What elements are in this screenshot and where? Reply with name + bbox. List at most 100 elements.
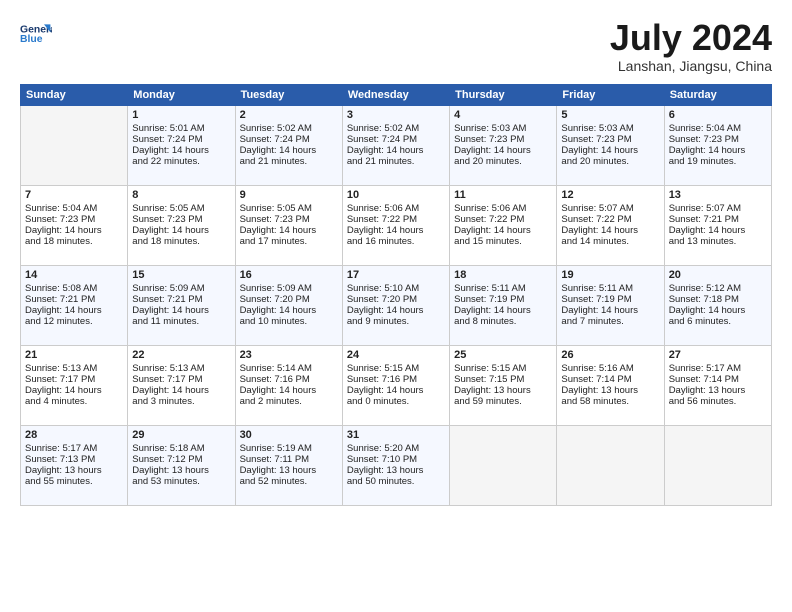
day-info: Sunrise: 5:06 AM (347, 203, 445, 214)
day-number: 14 (25, 269, 123, 281)
day-info: Sunrise: 5:03 AM (561, 123, 659, 134)
calendar-cell: 25Sunrise: 5:15 AMSunset: 7:15 PMDayligh… (450, 345, 557, 425)
day-info: Sunset: 7:14 PM (561, 374, 659, 385)
day-number: 22 (132, 349, 230, 361)
day-info: Daylight: 14 hours (669, 305, 767, 316)
day-info: Sunrise: 5:06 AM (454, 203, 552, 214)
day-info: and 22 minutes. (132, 156, 230, 167)
calendar-cell: 19Sunrise: 5:11 AMSunset: 7:19 PMDayligh… (557, 265, 664, 345)
day-info: and 11 minutes. (132, 316, 230, 327)
day-info: Daylight: 13 hours (454, 385, 552, 396)
day-info: Daylight: 13 hours (132, 465, 230, 476)
calendar-page: General Blue July 2024 Lanshan, Jiangsu,… (0, 0, 792, 612)
day-info: Sunrise: 5:01 AM (132, 123, 230, 134)
day-number: 29 (132, 429, 230, 441)
day-info: Sunset: 7:10 PM (347, 454, 445, 465)
day-info: Sunrise: 5:18 AM (132, 443, 230, 454)
day-info: and 13 minutes. (669, 236, 767, 247)
day-number: 12 (561, 189, 659, 201)
day-info: Daylight: 14 hours (454, 305, 552, 316)
day-number: 10 (347, 189, 445, 201)
day-info: Daylight: 13 hours (561, 385, 659, 396)
day-info: and 2 minutes. (240, 396, 338, 407)
day-info: Daylight: 14 hours (25, 225, 123, 236)
day-info: Sunrise: 5:02 AM (240, 123, 338, 134)
day-info: Sunset: 7:11 PM (240, 454, 338, 465)
day-info: Sunset: 7:19 PM (561, 294, 659, 305)
day-info: Daylight: 14 hours (669, 225, 767, 236)
calendar-cell: 2Sunrise: 5:02 AMSunset: 7:24 PMDaylight… (235, 105, 342, 185)
day-info: and 0 minutes. (347, 396, 445, 407)
day-info: Daylight: 14 hours (347, 225, 445, 236)
day-info: Sunset: 7:23 PM (669, 134, 767, 145)
day-number: 8 (132, 189, 230, 201)
day-info: and 53 minutes. (132, 476, 230, 487)
month-title: July 2024 (610, 18, 772, 58)
day-info: Sunrise: 5:02 AM (347, 123, 445, 134)
calendar-cell: 31Sunrise: 5:20 AMSunset: 7:10 PMDayligh… (342, 425, 449, 505)
header: General Blue July 2024 Lanshan, Jiangsu,… (20, 18, 772, 74)
calendar-cell: 27Sunrise: 5:17 AMSunset: 7:14 PMDayligh… (664, 345, 771, 425)
calendar-cell: 30Sunrise: 5:19 AMSunset: 7:11 PMDayligh… (235, 425, 342, 505)
day-number: 30 (240, 429, 338, 441)
day-info: Sunset: 7:20 PM (240, 294, 338, 305)
day-info: and 17 minutes. (240, 236, 338, 247)
header-thursday: Thursday (450, 84, 557, 105)
day-info: Daylight: 14 hours (347, 145, 445, 156)
day-info: Sunset: 7:21 PM (669, 214, 767, 225)
day-info: Sunrise: 5:16 AM (561, 363, 659, 374)
calendar-cell: 28Sunrise: 5:17 AMSunset: 7:13 PMDayligh… (21, 425, 128, 505)
day-info: Sunset: 7:19 PM (454, 294, 552, 305)
day-number: 31 (347, 429, 445, 441)
day-info: Daylight: 13 hours (25, 465, 123, 476)
calendar-cell: 21Sunrise: 5:13 AMSunset: 7:17 PMDayligh… (21, 345, 128, 425)
calendar-cell: 14Sunrise: 5:08 AMSunset: 7:21 PMDayligh… (21, 265, 128, 345)
day-info: Sunrise: 5:19 AM (240, 443, 338, 454)
day-number: 17 (347, 269, 445, 281)
day-info: and 50 minutes. (347, 476, 445, 487)
header-saturday: Saturday (664, 84, 771, 105)
day-info: Sunrise: 5:05 AM (132, 203, 230, 214)
calendar-cell (557, 425, 664, 505)
day-info: Sunrise: 5:10 AM (347, 283, 445, 294)
day-info: Daylight: 14 hours (454, 225, 552, 236)
day-info: and 56 minutes. (669, 396, 767, 407)
header-tuesday: Tuesday (235, 84, 342, 105)
day-info: Daylight: 14 hours (454, 145, 552, 156)
calendar-cell: 8 Sunrise: 5:05 AMSunset: 7:23 PMDaylight… (128, 185, 235, 265)
calendar-cell: 1Sunrise: 5:01 AMSunset: 7:24 PMDaylight… (128, 105, 235, 185)
day-info: Sunset: 7:16 PM (347, 374, 445, 385)
calendar-cell (450, 425, 557, 505)
day-info: and 20 minutes. (561, 156, 659, 167)
day-number: 24 (347, 349, 445, 361)
calendar-cell: 9Sunrise: 5:05 AMSunset: 7:23 PMDaylight… (235, 185, 342, 265)
day-info: Daylight: 13 hours (347, 465, 445, 476)
day-info: Sunrise: 5:04 AM (25, 203, 123, 214)
header-wednesday: Wednesday (342, 84, 449, 105)
day-info: Daylight: 14 hours (132, 225, 230, 236)
day-number: 25 (454, 349, 552, 361)
day-number: 2 (240, 109, 338, 121)
day-number: 15 (132, 269, 230, 281)
day-info: Sunrise: 5:13 AM (132, 363, 230, 374)
day-info: Daylight: 14 hours (240, 145, 338, 156)
calendar-cell: 17Sunrise: 5:10 AMSunset: 7:20 PMDayligh… (342, 265, 449, 345)
day-number: 5 (561, 109, 659, 121)
calendar-cell: 3Sunrise: 5:02 AMSunset: 7:24 PMDaylight… (342, 105, 449, 185)
day-info: Sunset: 7:23 PM (240, 214, 338, 225)
day-info: and 10 minutes. (240, 316, 338, 327)
day-info: and 19 minutes. (669, 156, 767, 167)
day-info: Daylight: 14 hours (132, 305, 230, 316)
calendar-cell: 15Sunrise: 5:09 AMSunset: 7:21 PMDayligh… (128, 265, 235, 345)
calendar-week-3: 14Sunrise: 5:08 AMSunset: 7:21 PMDayligh… (21, 265, 772, 345)
day-info: Sunset: 7:14 PM (669, 374, 767, 385)
header-monday: Monday (128, 84, 235, 105)
day-number: 26 (561, 349, 659, 361)
day-info: Daylight: 14 hours (561, 145, 659, 156)
calendar-week-2: 7Sunrise: 5:04 AMSunset: 7:23 PMDaylight… (21, 185, 772, 265)
calendar-cell: 10Sunrise: 5:06 AMSunset: 7:22 PMDayligh… (342, 185, 449, 265)
calendar-cell: 11Sunrise: 5:06 AMSunset: 7:22 PMDayligh… (450, 185, 557, 265)
calendar-cell: 4Sunrise: 5:03 AMSunset: 7:23 PMDaylight… (450, 105, 557, 185)
day-info: Sunrise: 5:11 AM (561, 283, 659, 294)
day-info: Sunset: 7:23 PM (132, 214, 230, 225)
